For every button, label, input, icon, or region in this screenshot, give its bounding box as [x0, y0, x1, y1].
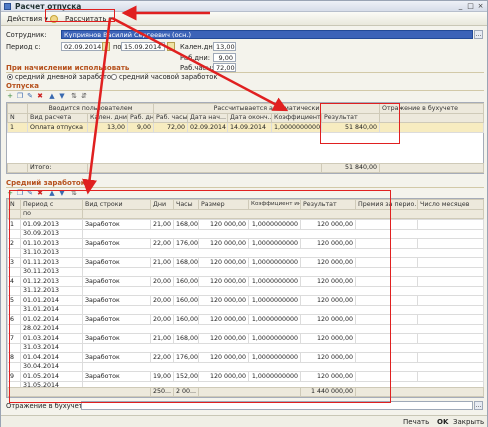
avg-section-title: При начислении использовать: [6, 64, 130, 72]
calendar-icon[interactable]: [167, 42, 175, 51]
work-hours-field[interactable]: 72,00: [213, 63, 236, 72]
edit-icon[interactable]: ✎: [26, 92, 34, 100]
table-cell: [417, 333, 484, 344]
table-header-cell: Вводится пользователем: [27, 103, 154, 114]
close-icon[interactable]: ×: [476, 2, 485, 10]
radio-hourly-label: средний часовой заработок: [119, 73, 218, 81]
table-cell: 02.09.2014: [187, 122, 228, 133]
work-days-label: Раб.дни:: [180, 54, 210, 62]
table-cell: [417, 295, 484, 306]
vacation-toolbar: + ❐ ✎ ✖ ▲ ▼ ⇅ ⇵: [6, 91, 126, 101]
radio-hourly[interactable]: [111, 74, 117, 80]
table-cell: 72,00: [153, 122, 188, 133]
ellipsis-icon[interactable]: …: [474, 30, 483, 39]
actions-menu-label: Действия: [7, 15, 43, 23]
table-header-row: N Вид расчета Кален. дни Раб. дни Раб. ч…: [7, 112, 485, 123]
earnings-section-title: Средний заработок: [6, 179, 86, 187]
table-cell: [417, 219, 484, 230]
table-header-cell: Дата нач...: [187, 112, 228, 123]
add-icon[interactable]: +: [6, 92, 14, 100]
table-header-cell: N: [7, 112, 28, 123]
table-cell: 1,0000000000: [271, 122, 322, 133]
period-to-field[interactable]: 15.09.2014: [121, 42, 165, 51]
close-button[interactable]: Закрыть: [451, 417, 486, 427]
actions-menu[interactable]: Действия ▾: [5, 14, 50, 24]
annotation-box-earnings: [9, 190, 391, 403]
period-from-field[interactable]: 02.09.2014: [61, 42, 106, 51]
table-header-cell: Вид расчета: [27, 112, 88, 123]
table-header-cell: Коэффициент: [271, 112, 322, 123]
table-header-cell: Дата оконч...: [227, 112, 272, 123]
table-cell: [417, 352, 484, 363]
table-footer-cell: [7, 162, 28, 173]
sort-desc-icon[interactable]: ⇵: [80, 92, 88, 100]
table-footer-cell: [87, 162, 322, 173]
work-hours-label: Раб.часы:: [180, 64, 214, 72]
table-cell: Оплата отпуска: [27, 122, 88, 133]
table-group-header-row: Вводится пользователем Рассчитывается ав…: [7, 103, 485, 114]
radio-daily[interactable]: [7, 74, 13, 80]
ok-button[interactable]: OK: [435, 417, 450, 427]
move-up-icon[interactable]: ▲: [48, 92, 56, 100]
table-cell: 9,00: [127, 122, 154, 133]
minimize-icon[interactable]: _: [456, 2, 465, 10]
table-row[interactable]: 1 Оплата отпуска 13,00 9,00 72,00 02.09.…: [7, 122, 485, 133]
employee-field[interactable]: Куприянов Василий Сергеевич (осн.): [61, 30, 473, 39]
table-cell: [417, 314, 484, 325]
work-days-field[interactable]: 9,00: [213, 53, 236, 62]
cal-days-field[interactable]: 13,00: [213, 42, 236, 51]
table-footer-cell: Итого:: [27, 162, 88, 173]
radio-daily-label: средний дневной заработок: [15, 73, 116, 81]
table-header-cell: Раб. часы: [153, 112, 188, 123]
calendar-icon[interactable]: [102, 42, 110, 51]
maximize-icon[interactable]: □: [466, 2, 475, 10]
table-header-cell: [7, 103, 28, 114]
copy-icon[interactable]: ❐: [16, 92, 24, 100]
vacation-section-title: Отпуска: [6, 82, 40, 90]
accounting-label: Отражение в бухучете:: [6, 402, 89, 410]
table-header-cell: Кален. дни: [87, 112, 128, 123]
table-footer-cell: 51 840,00: [320, 162, 381, 173]
table-header-cell: Число месяцев: [417, 199, 484, 210]
delete-icon[interactable]: ✖: [36, 92, 44, 100]
print-button[interactable]: Печать: [401, 417, 431, 427]
table-cell: [417, 238, 484, 249]
annotation-box-result: [320, 103, 400, 144]
table-cell: 13,00: [87, 122, 128, 133]
table-cell: 14.09.2014: [227, 122, 272, 133]
period-from-label: Период с:: [6, 43, 41, 51]
ellipsis-icon[interactable]: …: [474, 401, 483, 410]
table-cell: [417, 257, 484, 268]
table-footer-cell: [379, 162, 485, 173]
move-down-icon[interactable]: ▼: [58, 92, 66, 100]
table-cell: [417, 371, 484, 382]
vacation-table: Вводится пользователем Рассчитывается ав…: [6, 102, 485, 174]
table-header-cell: Раб. дни: [127, 112, 154, 123]
status-bar: Печать OK Закрыть: [1, 415, 487, 427]
app-icon: [4, 3, 11, 10]
employee-label: Сотрудник:: [6, 31, 47, 39]
sort-asc-icon[interactable]: ⇅: [70, 92, 78, 100]
table-cell: [417, 276, 484, 287]
annotation-box-calculate: [45, 9, 115, 22]
table-cell: 1: [7, 122, 28, 133]
table-footer-row: Итого: 51 840,00: [7, 162, 485, 173]
